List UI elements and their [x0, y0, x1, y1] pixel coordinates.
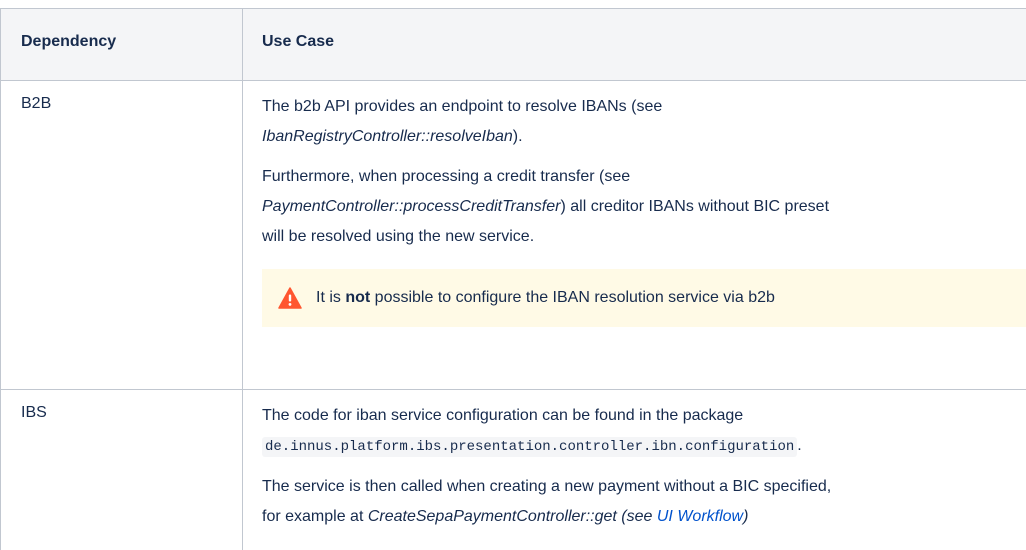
warning-icon: [278, 287, 302, 309]
use-case-cell-ibs: The code for iban service configuration …: [243, 390, 1026, 550]
warning-text-a: It is: [316, 289, 346, 306]
code-after: .: [797, 437, 802, 454]
b2b-p2-text: Furthermore, when processing a credit tr…: [262, 168, 631, 185]
ibs-p2-text: The service is then called when creating…: [262, 478, 832, 495]
ibs-p3-end: ): [743, 508, 749, 525]
b2b-p1-method: IbanRegistryController::resolveIban: [262, 128, 513, 145]
b2b-paragraph-2: Furthermore, when processing a credit tr…: [262, 162, 1026, 252]
ibs-p1-text: The code for iban service configuration …: [262, 407, 744, 424]
ibs-paragraph-1: The code for iban service configuration …: [262, 401, 1026, 462]
b2b-p2-text-2: ) all creditor IBANs without BIC preset: [560, 198, 830, 215]
b2b-p2-method: PaymentController::processCreditTransfer: [262, 198, 561, 215]
dependency-cell-ibs: IBS: [1, 390, 243, 550]
table-header-row: Dependency Use Case: [1, 9, 1026, 81]
b2b-paragraph-1: The b2b API provides an endpoint to reso…: [262, 92, 1026, 152]
dependency-cell-b2b: B2B: [1, 81, 243, 389]
table-row-ibs: IBS The code for iban service configurat…: [1, 390, 1026, 550]
ibs-p3-text: for example at: [262, 508, 368, 525]
warning-text: It is not possible to configure the IBAN…: [316, 289, 775, 307]
warning-text-bold: not: [345, 289, 371, 306]
header-dependency: Dependency: [1, 9, 243, 80]
b2b-p1-end: ).: [512, 128, 523, 145]
warning-text-c: possible to configure the IBAN resolutio…: [370, 289, 775, 306]
table-row-b2b: B2B The b2b API provides an endpoint to …: [1, 81, 1026, 390]
b2b-p1-text: The b2b API provides an endpoint to reso…: [262, 98, 663, 115]
ibs-p3-method: CreateSepaPaymentController::get (see: [367, 508, 657, 525]
ibs-paragraph-2: The service is then called when creating…: [262, 472, 1026, 532]
b2b-p2-text-3: will be resolved using the new service.: [262, 228, 535, 245]
header-use-case: Use Case: [262, 33, 335, 50]
package-code: de.innus.platform.ibs.presentation.contr…: [262, 437, 798, 457]
ui-workflow-link[interactable]: UI Workflow: [657, 508, 743, 525]
dependency-table: Dependency Use Case B2B The b2b API prov…: [0, 8, 1026, 550]
warning-panel: It is not possible to configure the IBAN…: [262, 269, 1026, 327]
use-case-cell-b2b: The b2b API provides an endpoint to reso…: [243, 81, 1026, 389]
